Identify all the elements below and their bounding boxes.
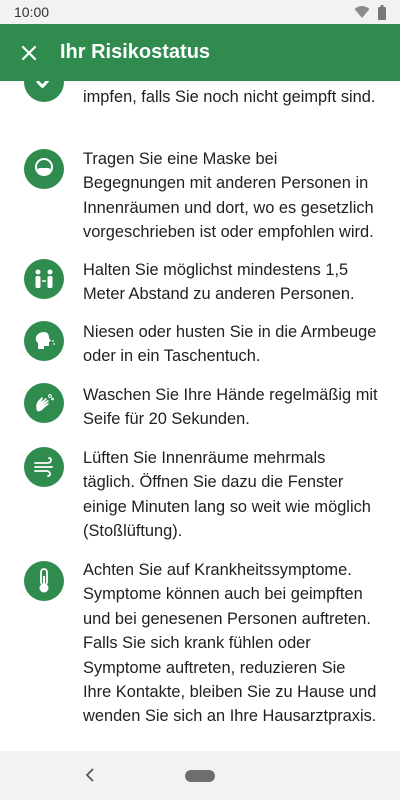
air-icon	[24, 447, 64, 487]
close-button[interactable]	[0, 24, 58, 81]
tip-text: Waschen Sie Ihre Hände regelmäßig mit Se…	[83, 386, 378, 429]
status-bar: 10:00	[0, 0, 400, 24]
status-icons	[354, 4, 386, 20]
tip-text: Niesen oder husten Sie in die Armbeuge o…	[83, 323, 377, 366]
home-button[interactable]	[185, 770, 215, 782]
thermometer-icon	[24, 561, 64, 601]
wifi-icon	[354, 6, 370, 18]
status-time: 10:00	[14, 4, 50, 20]
sneeze-icon	[24, 321, 64, 361]
tip-text: Achten Sie auf Krankheitssymptome. Sympt…	[83, 561, 377, 726]
app-bar: Ihr Risikostatus	[0, 24, 400, 81]
distance-icon	[24, 259, 64, 299]
back-button[interactable]	[80, 765, 100, 785]
battery-icon	[378, 4, 386, 20]
check-icon	[24, 81, 64, 102]
hand-wash-icon	[24, 383, 64, 423]
page-title: Ihr Risikostatus	[60, 41, 211, 63]
close-icon	[21, 45, 37, 60]
navigation-bar	[0, 751, 400, 800]
tip-text: Halten Sie möglichst mindestens 1,5 Mete…	[83, 261, 355, 304]
tip-text: impfen, falls Sie noch nicht geimpft sin…	[83, 88, 376, 106]
tip-text: Lüften Sie Innenräume mehrmals täglich. …	[83, 449, 371, 541]
back-chevron-icon	[85, 768, 94, 782]
tip-text: Tragen Sie eine Maske bei Begegnungen mi…	[83, 150, 374, 242]
tips-list[interactable]: impfen, falls Sie noch nicht geimpft sin…	[0, 81, 400, 751]
face-mask-icon	[24, 149, 64, 189]
